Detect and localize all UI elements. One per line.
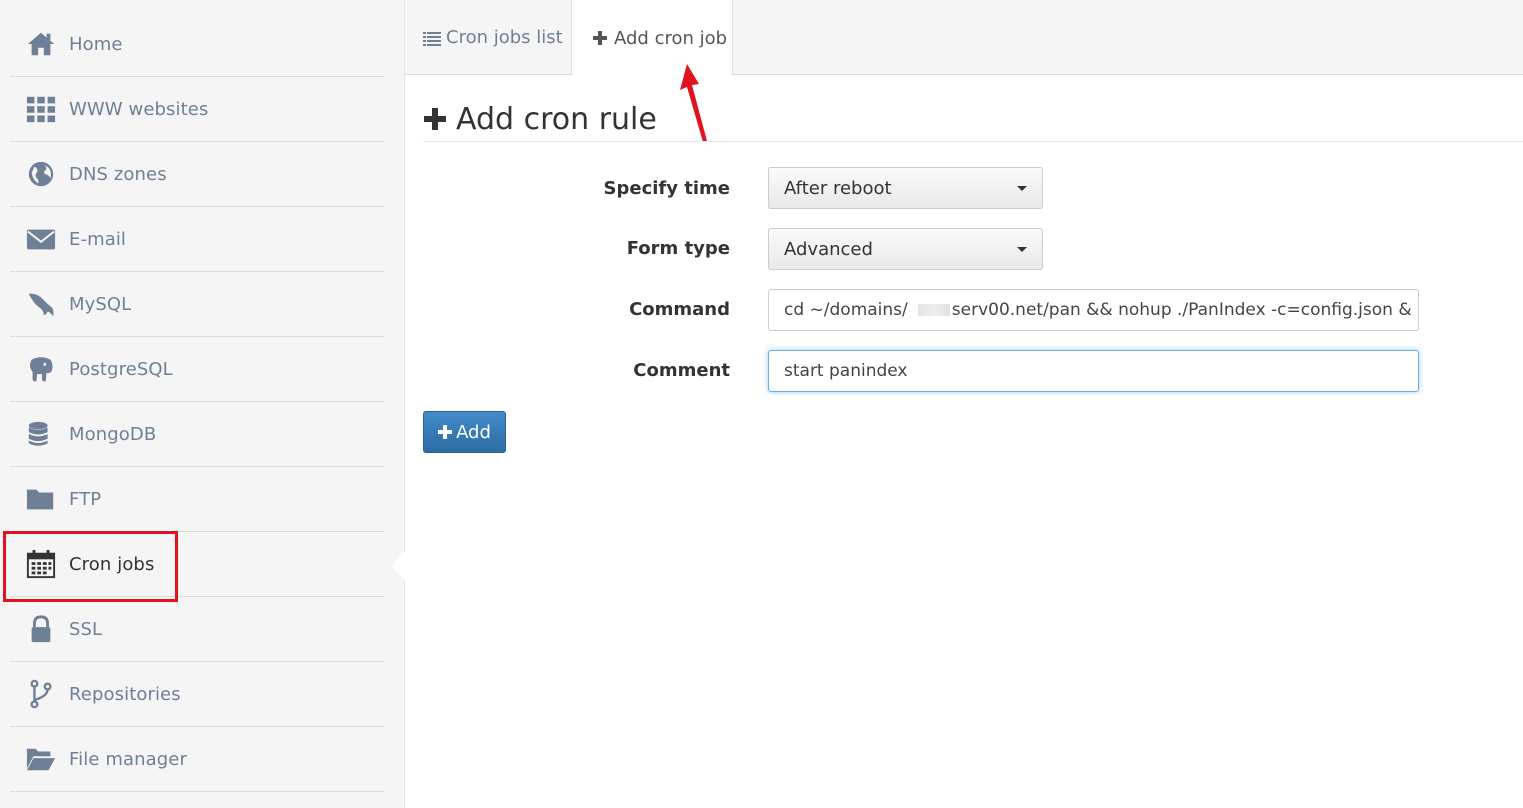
comment-value: start panindex xyxy=(784,361,908,381)
sidebar-item-label: File manager xyxy=(69,748,187,770)
sidebar-item-mysql[interactable]: MySQL xyxy=(10,272,384,337)
plus-icon xyxy=(591,29,609,47)
plus-icon xyxy=(438,425,453,439)
redacted-text xyxy=(917,304,950,316)
sidebar: Home WWW websites DNS zones E-mail MySQL… xyxy=(0,0,405,808)
tab-label: Cron jobs list xyxy=(446,27,563,48)
caret-down-icon xyxy=(1017,186,1027,191)
sidebar-item-email[interactable]: E-mail xyxy=(10,207,384,272)
sidebar-item-label: FTP xyxy=(69,488,102,510)
sidebar-item-label: E-mail xyxy=(69,228,127,250)
sidebar-item-home[interactable]: Home xyxy=(10,12,384,77)
add-button[interactable]: Add xyxy=(423,411,506,453)
plus-icon xyxy=(423,107,447,131)
add-button-label: Add xyxy=(456,421,491,443)
form-type-value: Advanced xyxy=(784,238,873,260)
sidebar-item-repositories[interactable]: Repositories xyxy=(10,662,384,727)
sidebar-item-mongodb[interactable]: MongoDB xyxy=(10,402,384,467)
sidebar-item-label: Cron jobs xyxy=(69,553,155,575)
elephant-icon xyxy=(25,353,57,385)
active-indicator xyxy=(391,551,405,581)
specify-time-value: After reboot xyxy=(784,177,892,199)
comment-label: Comment xyxy=(633,360,730,381)
sidebar-item-ftp[interactable]: FTP xyxy=(10,467,384,532)
tab-label: Add cron job xyxy=(614,27,728,49)
calendar-icon xyxy=(25,548,57,580)
sidebar-item-label: Home xyxy=(69,33,123,55)
sidebar-item-label: DNS zones xyxy=(69,163,167,185)
command-input[interactable]: cd ~/domains/serv00.net/pan && nohup ./P… xyxy=(768,289,1419,331)
annotation-arrow xyxy=(680,64,707,142)
form-type-label: Form type xyxy=(626,238,730,259)
globe-icon xyxy=(25,158,57,190)
branch-icon xyxy=(25,678,57,710)
page-title-text: Add cron rule xyxy=(456,101,657,137)
divider xyxy=(423,141,1523,142)
sidebar-item-cron-jobs[interactable]: Cron jobs xyxy=(10,532,384,597)
envelope-icon xyxy=(25,223,57,255)
sidebar-item-ssl[interactable]: SSL xyxy=(10,597,384,662)
sidebar-item-label: MongoDB xyxy=(69,423,157,445)
tab-bar: Cron jobs list Add cron job xyxy=(405,0,1523,76)
sidebar-item-dns-zones[interactable]: DNS zones xyxy=(10,142,384,207)
command-label: Command xyxy=(629,299,730,320)
sidebar-item-postgresql[interactable]: PostgreSQL xyxy=(10,337,384,402)
dolphin-icon xyxy=(25,288,57,320)
folder-icon xyxy=(25,483,57,515)
sidebar-item-label: MySQL xyxy=(69,293,132,315)
specify-time-select[interactable]: After reboot xyxy=(768,167,1043,209)
folder-open-icon xyxy=(25,743,57,775)
caret-down-icon xyxy=(1017,247,1027,252)
sidebar-item-file-manager[interactable]: File manager xyxy=(10,727,384,792)
comment-input[interactable]: start panindex xyxy=(768,350,1419,392)
sidebar-item-label: Repositories xyxy=(69,683,181,705)
specify-time-label: Specify time xyxy=(603,178,730,199)
command-value-prefix: cd ~/domains/ xyxy=(784,300,908,320)
database-icon xyxy=(25,418,57,450)
list-icon xyxy=(423,29,441,47)
lock-icon xyxy=(25,613,57,645)
tab-cron-jobs-list[interactable]: Cron jobs list xyxy=(405,0,571,75)
sidebar-item-label: WWW websites xyxy=(69,98,209,120)
sidebar-item-label: SSL xyxy=(69,618,103,640)
command-value-suffix: serv00.net/pan && nohup ./PanIndex -c=co… xyxy=(951,300,1412,320)
grid-icon xyxy=(25,93,57,125)
home-icon xyxy=(25,28,57,60)
sidebar-item-www-websites[interactable]: WWW websites xyxy=(10,77,384,142)
sidebar-item-label: PostgreSQL xyxy=(69,358,173,380)
page-title: Add cron rule xyxy=(423,96,657,142)
form-type-select[interactable]: Advanced xyxy=(768,228,1043,270)
